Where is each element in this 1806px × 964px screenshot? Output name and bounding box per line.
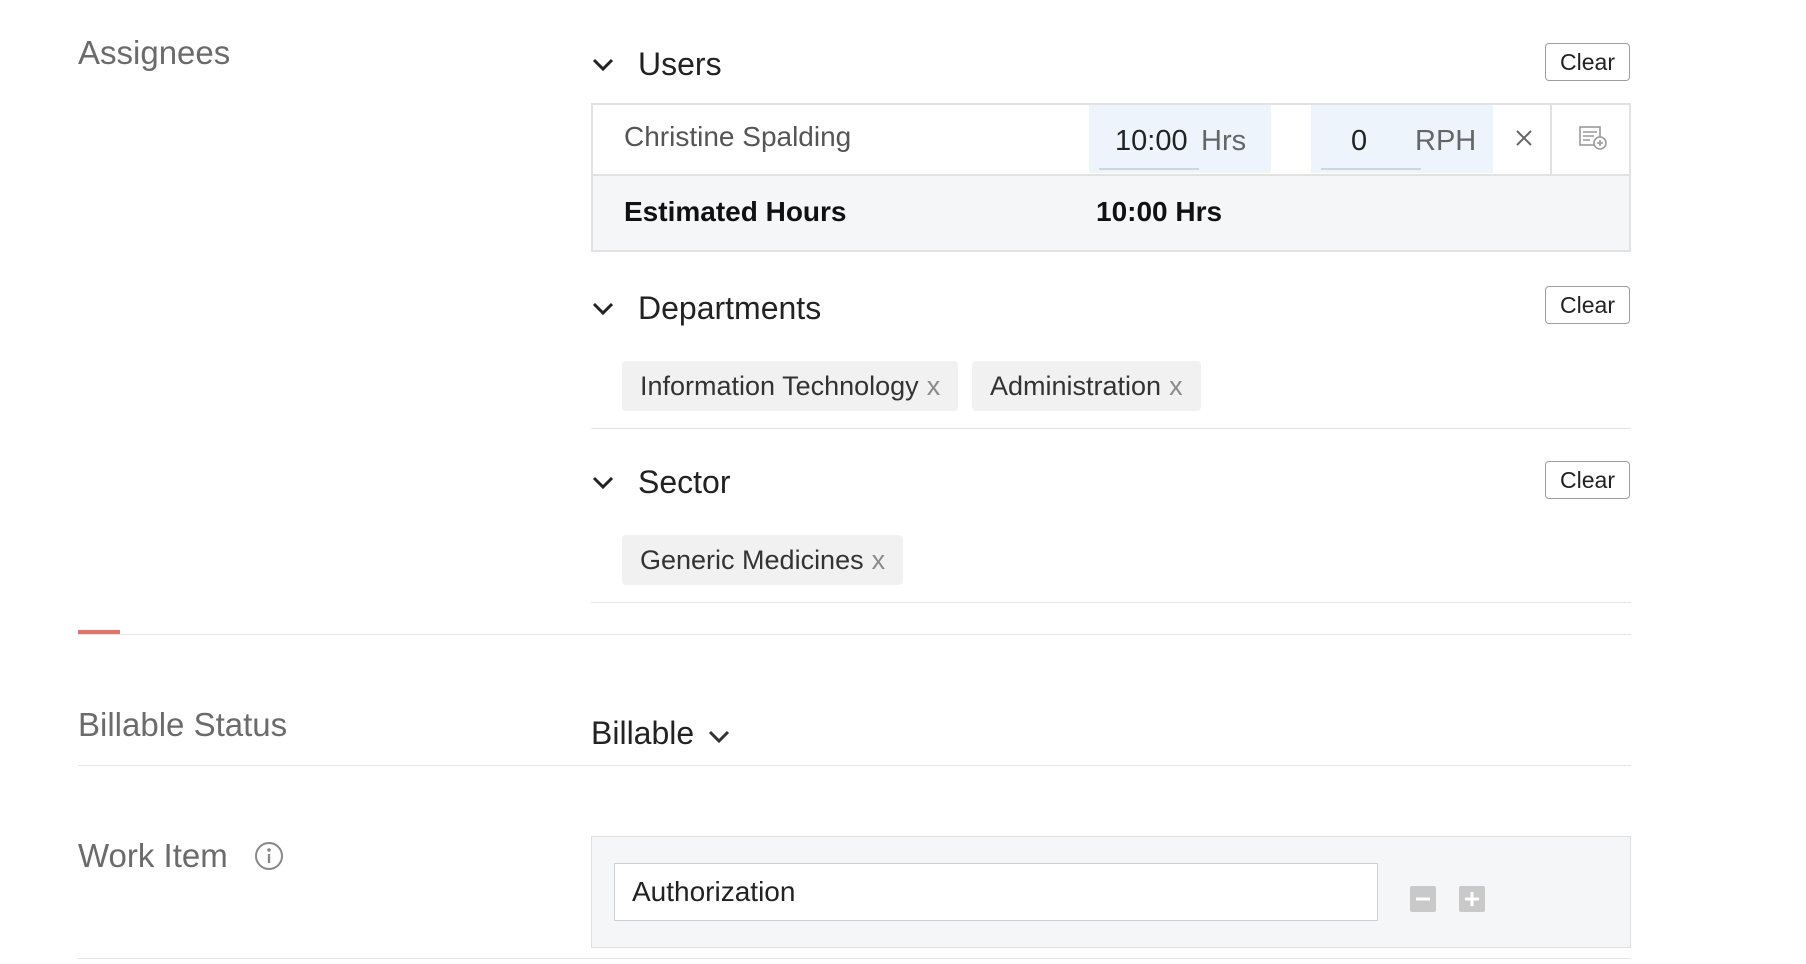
sector-section-title: Sector — [638, 464, 731, 500]
divider — [591, 602, 1631, 603]
rate-input[interactable]: 0 — [1351, 125, 1367, 158]
rate-underline — [1321, 168, 1421, 170]
sector-clear-button[interactable]: Clear — [1545, 461, 1630, 499]
table-row: Christine Spalding 10:00 Hrs 0 RPH — [593, 105, 1629, 176]
info-icon[interactable] — [254, 841, 284, 871]
estimated-hours-label: Estimated Hours — [624, 196, 847, 227]
work-item-panel: Authorization — [591, 836, 1631, 948]
rate-field[interactable]: 0 RPH — [1311, 105, 1493, 173]
hours-underline — [1099, 168, 1199, 170]
billable-status-select[interactable]: Billable — [591, 715, 730, 752]
chip-label: Generic Medicines — [640, 544, 864, 575]
work-item-label-group: Work Item — [78, 837, 284, 875]
field-accent-bar — [78, 630, 120, 634]
close-icon[interactable] — [1515, 129, 1533, 147]
chip-remove-button[interactable]: x — [927, 371, 941, 402]
field-divider — [78, 634, 1631, 635]
users-clear-button[interactable]: Clear — [1545, 43, 1630, 81]
departments-section-title: Departments — [638, 290, 822, 326]
divider — [591, 428, 1631, 429]
field-divider — [78, 765, 1631, 766]
user-name: Christine Spalding — [624, 121, 852, 152]
chevron-down-icon — [592, 58, 614, 71]
billable-status-value: Billable — [591, 715, 695, 751]
chevron-down-icon — [709, 730, 730, 743]
estimated-hours-row: Estimated Hours 10:00 Hrs — [593, 176, 1629, 250]
department-chip: Administration x — [972, 361, 1201, 411]
chevron-down-icon — [592, 302, 614, 315]
departments-clear-button[interactable]: Clear — [1545, 286, 1630, 324]
work-item-input[interactable]: Authorization — [614, 863, 1378, 921]
hours-field[interactable]: 10:00 Hrs — [1089, 105, 1271, 173]
billable-status-label: Billable Status — [78, 706, 288, 743]
add-work-item-button[interactable] — [1459, 886, 1485, 912]
minus-icon — [1416, 897, 1430, 901]
users-section-title: Users — [638, 46, 722, 82]
work-item-value: Authorization — [632, 876, 796, 907]
field-divider — [78, 958, 1631, 959]
add-note-icon[interactable] — [1578, 124, 1608, 152]
sector-chip: Generic Medicines x — [622, 535, 904, 585]
users-section-toggle[interactable]: Users — [592, 46, 722, 83]
chip-label: Information Technology — [640, 370, 919, 401]
sector-section-toggle[interactable]: Sector — [592, 464, 730, 501]
chevron-down-icon — [592, 476, 614, 489]
assignees-label: Assignees — [78, 34, 231, 71]
chip-remove-button[interactable]: x — [1169, 371, 1183, 402]
remove-work-item-button[interactable] — [1410, 886, 1436, 912]
hours-unit: Hrs — [1201, 125, 1247, 157]
work-item-label: Work Item — [78, 837, 228, 874]
departments-section-toggle[interactable]: Departments — [592, 290, 821, 327]
hours-input[interactable]: 10:00 — [1115, 125, 1188, 158]
rate-unit: RPH — [1415, 125, 1477, 157]
estimated-hours-value: 10:00 Hrs — [1096, 196, 1223, 227]
department-chip: Information Technology x — [622, 361, 959, 411]
users-table: Christine Spalding 10:00 Hrs 0 RPH Estim — [591, 103, 1631, 252]
chip-label: Administration — [990, 370, 1162, 401]
plus-icon — [1465, 892, 1479, 906]
chip-remove-button[interactable]: x — [872, 545, 886, 576]
